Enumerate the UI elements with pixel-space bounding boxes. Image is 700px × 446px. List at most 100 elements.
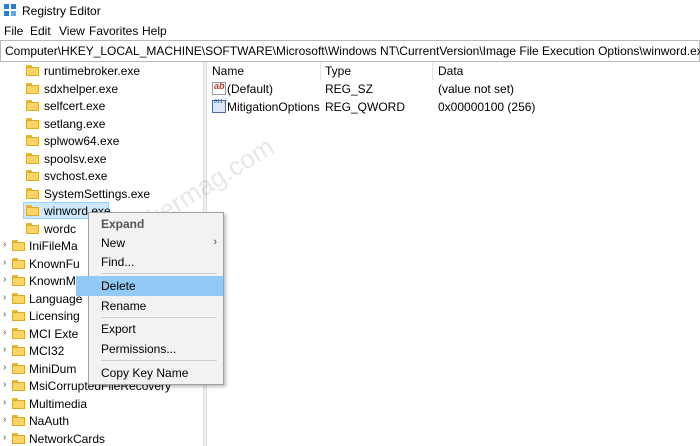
folder-icon [26, 205, 39, 216]
tree-item-label: NetworkCards [29, 431, 106, 446]
chevron-right-icon[interactable]: › [3, 274, 11, 285]
chevron-right-icon[interactable]: › [3, 239, 11, 250]
folder-icon [12, 292, 25, 304]
tree-item-label: wordc [44, 221, 77, 236]
address-bar[interactable]: Computer\HKEY_LOCAL_MACHINE\SOFTWARE\Mic… [0, 40, 700, 62]
folder-icon [26, 65, 39, 76]
folder-icon [12, 362, 25, 374]
address-path: Computer\HKEY_LOCAL_MACHINE\SOFTWARE\Mic… [5, 44, 700, 58]
menu-item-label: Permissions... [101, 342, 177, 356]
chevron-right-icon[interactable]: › [3, 344, 11, 355]
context-menu-rename[interactable]: Rename [89, 296, 223, 316]
menu-help[interactable]: Help [142, 24, 167, 38]
value-type: REG_SZ [325, 82, 374, 96]
menu-item-label: Delete [101, 279, 136, 293]
registry-editor-icon [4, 4, 16, 16]
menu-item-label: Export [101, 322, 136, 336]
context-menu-new[interactable]: New › [89, 233, 223, 253]
menu-item-label: Copy Key Name [101, 366, 189, 380]
column-header-data[interactable]: Data [438, 64, 463, 78]
folder-icon [26, 117, 39, 129]
value-row[interactable]: (Default) REG_SZ (value not set) [207, 81, 700, 99]
folder-icon [26, 82, 39, 94]
value-type: REG_QWORD [325, 100, 406, 114]
menu-bar: File Edit View Favorites Help [0, 21, 700, 40]
tree-item-label: runtimebroker.exe [44, 64, 141, 78]
folder-icon [26, 222, 39, 234]
tree-item-label: MiniDum [29, 361, 77, 376]
tree-item-label: setlang.exe [44, 116, 106, 131]
tree-item-label: splwow64.exe [44, 134, 120, 148]
folder-icon [26, 135, 39, 146]
folder-icon [12, 327, 25, 339]
folder-icon [12, 397, 25, 409]
context-menu-copy-key-name[interactable]: Copy Key Name [89, 363, 223, 383]
folder-icon [12, 275, 25, 286]
column-header-type[interactable]: Type [325, 64, 351, 78]
menu-item-label: New [101, 236, 126, 250]
tree-item-label: selfcert.exe [44, 99, 106, 113]
title-bar: Registry Editor [0, 0, 700, 21]
tree-item-label: KnownFu [29, 256, 80, 271]
folder-icon [12, 415, 25, 426]
chevron-right-icon[interactable]: › [3, 397, 11, 408]
menu-favorites[interactable]: Favorites [89, 24, 138, 38]
folder-icon [26, 100, 39, 111]
menu-separator [101, 273, 217, 274]
chevron-right-icon[interactable]: › [3, 379, 11, 390]
folder-icon [12, 310, 25, 321]
context-menu-expand[interactable]: Expand [89, 214, 223, 234]
folder-icon [12, 380, 25, 391]
value-data: (value not set) [438, 82, 515, 96]
menu-item-label: Expand [101, 217, 145, 231]
value-name: MitigationOptions [227, 100, 320, 114]
context-menu-permissions[interactable]: Permissions... [89, 339, 223, 359]
value-data: 0x00000100 (256) [438, 100, 536, 114]
column-separator[interactable] [432, 62, 433, 80]
tree-item-label: IniFileMa [29, 239, 78, 253]
chevron-right-icon: › [213, 236, 217, 248]
chevron-right-icon[interactable]: › [3, 327, 11, 338]
window-title: Registry Editor [22, 4, 101, 18]
menu-file[interactable]: File [4, 24, 23, 38]
menu-view[interactable]: View [59, 24, 85, 38]
menu-edit[interactable]: Edit [30, 24, 51, 38]
menu-item-label: Rename [101, 299, 147, 313]
tree-item-label: MCI32 [29, 344, 65, 358]
tree-item-label: spoolsv.exe [44, 151, 107, 166]
folder-icon [12, 432, 25, 444]
tree-item-label: Licensing [29, 309, 80, 323]
context-menu: Expand New › Find... Delete Rename Export… [76, 212, 224, 385]
values-pane[interactable]: Name Type Data (Default) REG_SZ (value n… [207, 62, 700, 446]
string-value-icon [212, 81, 226, 95]
folder-icon [12, 257, 25, 269]
chevron-right-icon[interactable]: › [3, 257, 11, 268]
value-row[interactable]: MitigationOptions REG_QWORD 0x00000100 (… [207, 99, 700, 117]
folder-icon [26, 170, 39, 181]
column-separator[interactable] [320, 62, 321, 80]
tree-item-label: svchost.exe [44, 169, 108, 183]
tree-item-label: NaAuth [29, 414, 70, 428]
tree-item-label: Language [29, 291, 83, 306]
column-header-name[interactable]: Name [212, 64, 244, 78]
folder-icon [26, 152, 39, 164]
tree-item-label: Multimedia [29, 396, 88, 411]
chevron-right-icon[interactable]: › [3, 432, 11, 443]
context-menu-export[interactable]: Export [89, 319, 223, 339]
chevron-right-icon[interactable]: › [3, 362, 11, 373]
context-menu-find[interactable]: Find... [89, 252, 223, 272]
context-menu-delete[interactable]: Delete [76, 276, 223, 296]
tree-item-label: KnownM [29, 274, 76, 288]
binary-value-icon [212, 100, 227, 113]
menu-separator [101, 360, 217, 361]
folder-icon [12, 240, 25, 251]
value-name: (Default) [227, 82, 274, 96]
tree-item-label: MCI Exte [29, 326, 79, 341]
chevron-right-icon[interactable]: › [3, 309, 11, 320]
tree-item-label: sdxhelper.exe [44, 81, 119, 96]
tree-item-label: SystemSettings.exe [44, 186, 151, 201]
chevron-right-icon[interactable]: › [3, 292, 11, 303]
chevron-right-icon[interactable]: › [3, 414, 11, 425]
menu-item-label: Find... [101, 255, 135, 269]
folder-icon [26, 187, 39, 199]
